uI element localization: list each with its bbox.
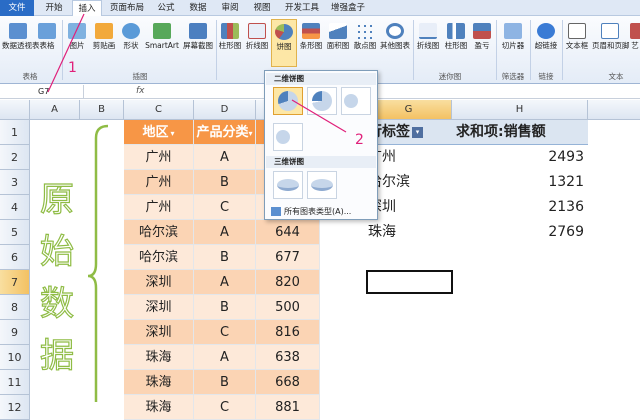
annotation-arrows	[47, 13, 347, 133]
annotation-step-1: 1	[68, 60, 77, 76]
annotation-step-2: 2	[355, 132, 364, 148]
